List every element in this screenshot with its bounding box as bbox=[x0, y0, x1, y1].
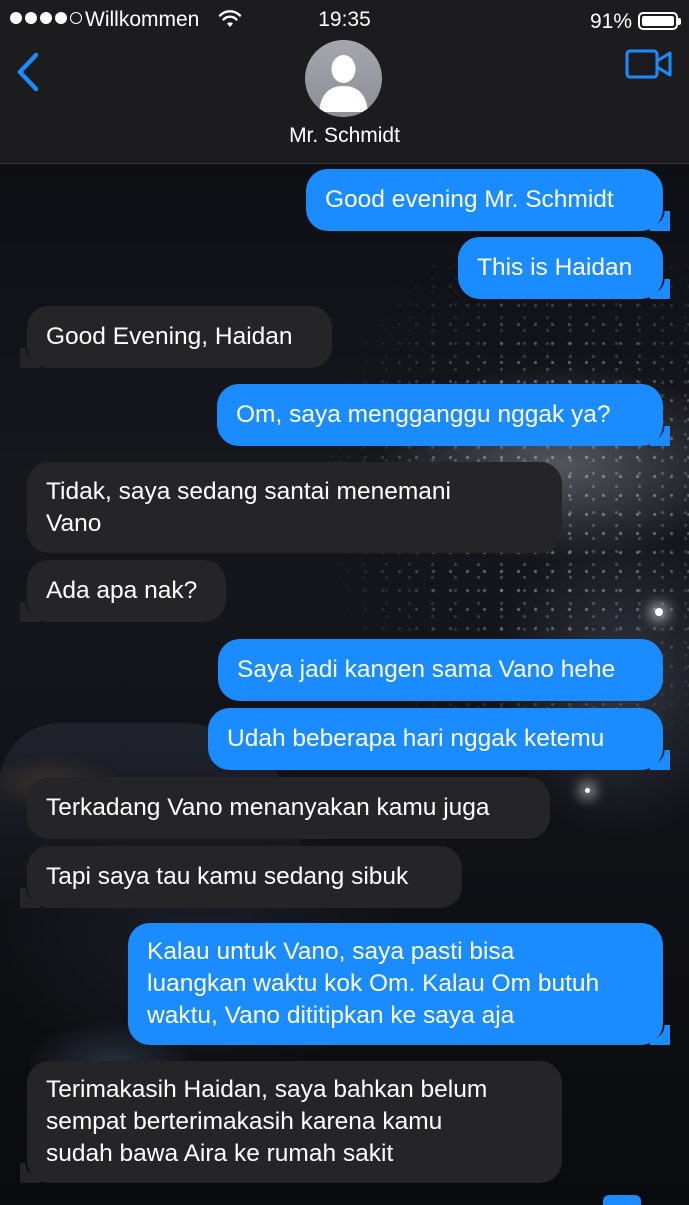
message-bubble-sent[interactable]: Saya jadi kangen sama Vano hehe bbox=[218, 639, 663, 701]
message-text: sudah bawa Aira ke rumah sakit bbox=[46, 1140, 394, 1167]
message-text: Om, saya mengganggu nggak ya? bbox=[236, 401, 611, 428]
message-text: Saya jadi kangen sama Vano hehe bbox=[237, 656, 616, 683]
message-text: Good evening Mr. Schmidt bbox=[325, 186, 614, 213]
conversation-header: Willkommen 19:35 91% Mr. Schmidt bbox=[0, 0, 689, 164]
message-text: waktu, Vano dititipkan ke saya aja bbox=[147, 1002, 515, 1029]
avatar[interactable] bbox=[305, 40, 382, 117]
message-text: Vano bbox=[46, 509, 102, 537]
message-bubble-sent-partial bbox=[603, 1195, 641, 1205]
message-text: Terimakasih Haidan, saya bahkan belum bbox=[46, 1076, 488, 1103]
message-bubble-received[interactable]: Ada apa nak? bbox=[20, 560, 226, 622]
video-call-icon[interactable] bbox=[625, 48, 673, 80]
message-text: Kalau untuk Vano, saya pasti bisa bbox=[147, 938, 515, 965]
contact-name[interactable]: Mr. Schmidt bbox=[0, 124, 689, 148]
message-text: Tidak, saya sedang santai menemani bbox=[46, 477, 451, 505]
message-list[interactable]: Good evening Mr. Schmidt This is Haidan … bbox=[0, 163, 689, 1200]
message-bubble-sent[interactable]: Om, saya mengganggu nggak ya? bbox=[217, 384, 670, 446]
message-text: Tapi saya tau kamu sedang sibuk bbox=[46, 863, 409, 890]
message-text: Terkadang Vano menanyakan kamu juga bbox=[46, 794, 490, 821]
message-text: sempat berterimakasih karena kamu bbox=[46, 1108, 443, 1135]
message-text: Udah beberapa hari nggak ketemu bbox=[227, 725, 605, 752]
message-bubble-sent[interactable]: Udah beberapa hari nggak ketemu bbox=[208, 708, 670, 770]
message-bubble-received[interactable]: Terimakasih Haidan, saya bahkan belum se… bbox=[20, 1061, 562, 1183]
message-bubble-received[interactable]: Tapi saya tau kamu sedang sibuk bbox=[20, 846, 462, 908]
battery-icon bbox=[638, 12, 681, 30]
status-bar: Willkommen 19:35 91% bbox=[0, 0, 689, 40]
clock: 19:35 bbox=[318, 8, 371, 31]
message-text: This is Haidan bbox=[477, 254, 633, 281]
back-chevron-icon[interactable] bbox=[14, 52, 42, 92]
message-text: luangkan waktu kok Om. Kalau Om butuh bbox=[147, 970, 600, 997]
message-bubble-sent[interactable]: Good evening Mr. Schmidt bbox=[306, 169, 670, 231]
avatar-silhouette-icon bbox=[319, 55, 368, 112]
message-text: Good Evening, Haidan bbox=[46, 323, 293, 350]
message-bubble-received[interactable]: Good Evening, Haidan bbox=[20, 306, 332, 368]
message-bubble-received[interactable]: Terkadang Vano menanyakan kamu juga bbox=[27, 777, 550, 839]
message-text: Ada apa nak? bbox=[46, 577, 198, 604]
message-bubble-sent[interactable]: Kalau untuk Vano, saya pasti bisa luangk… bbox=[128, 923, 670, 1045]
message-bubble-sent[interactable]: This is Haidan bbox=[458, 237, 670, 299]
message-bubble-received[interactable]: Tidak, saya sedang santai menemani Vano bbox=[27, 462, 562, 553]
battery-percentage: 91% bbox=[589, 10, 632, 33]
